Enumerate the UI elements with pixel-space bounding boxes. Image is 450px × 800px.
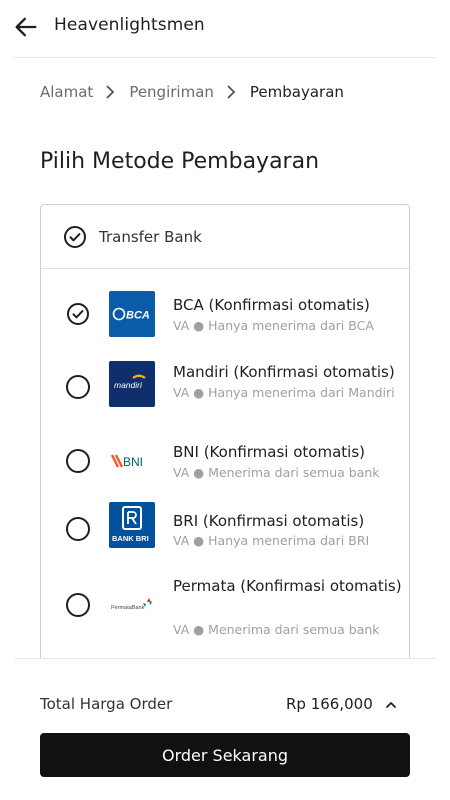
radio-button[interactable] (66, 593, 90, 617)
bank-description: VA ● Hanya menerima dari BRI (173, 533, 370, 548)
svg-text:BCA: BCA (126, 310, 150, 322)
bank-description: VA ● Hanya menerima dari BCA (173, 318, 374, 333)
bank-name: BRI (Konfirmasi otomatis) (173, 512, 365, 530)
bank-option-bni[interactable]: BNI BNI (Konfirmasi otomatis) VA ● Mener… (41, 438, 409, 505)
check-circle-icon (64, 225, 86, 248)
page-title: Heavenlightsmen (54, 15, 205, 35)
bank-name: Permata (Konfirmasi otomatis) (173, 577, 402, 595)
total-value: Rp 166,000 (286, 695, 373, 713)
transfer-bank-label: Transfer Bank (99, 227, 202, 246)
bank-option-mandiri[interactable]: mandiri Mandiri (Konfirmasi otomatis) VA… (41, 361, 409, 441)
breadcrumb: Alamat Pengiriman Pembayaran (40, 81, 344, 103)
radio-button[interactable] (66, 375, 90, 399)
bank-option-bca[interactable]: BCA BCA (Konfirmasi otomatis) VA ● Hanya… (41, 281, 409, 361)
breadcrumb-item-pembayaran: Pembayaran (249, 83, 344, 101)
bank-option-bri[interactable]: BANK BRI BRI (Konfirmasi otomatis) VA ● … (41, 502, 409, 581)
payment-method-card: Transfer Bank BCA BCA (Konfirmasi otomat… (40, 204, 410, 664)
bni-logo: BNI (109, 438, 155, 484)
chevron-right-icon (227, 85, 236, 99)
svg-text:BANK BRI: BANK BRI (112, 534, 149, 543)
section-heading: Pilih Metode Pembayaran (40, 149, 320, 174)
bank-option-permata[interactable]: PermataBank Permata (Konfirmasi otomatis… (41, 571, 409, 661)
transfer-bank-group[interactable]: Transfer Bank (41, 205, 409, 269)
mandiri-logo: mandiri (109, 361, 155, 407)
svg-text:mandiri: mandiri (114, 380, 143, 390)
radio-button[interactable] (66, 517, 90, 541)
bank-description: VA ● Hanya menerima dari Mandiri (173, 385, 395, 400)
radio-button[interactable] (66, 449, 90, 473)
arrow-left-icon[interactable] (12, 13, 40, 41)
chevron-right-icon (106, 85, 115, 99)
bank-description: VA ● Menerima dari semua bank (173, 465, 380, 480)
bank-description: VA ● Menerima dari semua bank (173, 622, 380, 637)
svg-text:BNI: BNI (123, 455, 143, 469)
bca-logo: BCA (109, 291, 155, 337)
order-now-button[interactable]: Order Sekarang (40, 733, 410, 777)
bank-name: BNI (Konfirmasi otomatis) (173, 443, 365, 461)
bri-logo: BANK BRI (109, 502, 155, 548)
breadcrumb-item-alamat[interactable]: Alamat (40, 83, 93, 101)
breadcrumb-item-pengiriman[interactable]: Pengiriman (129, 83, 214, 101)
permata-logo: PermataBank (109, 583, 155, 629)
bank-name: Mandiri (Konfirmasi otomatis) (173, 363, 395, 381)
check-circle-icon (67, 303, 89, 325)
svg-text:PermataBank: PermataBank (111, 605, 145, 611)
chevron-up-icon[interactable] (383, 697, 399, 713)
total-label: Total Harga Order (40, 695, 173, 713)
bank-name: BCA (Konfirmasi otomatis) (173, 296, 370, 314)
order-summary-bar (14, 658, 436, 800)
